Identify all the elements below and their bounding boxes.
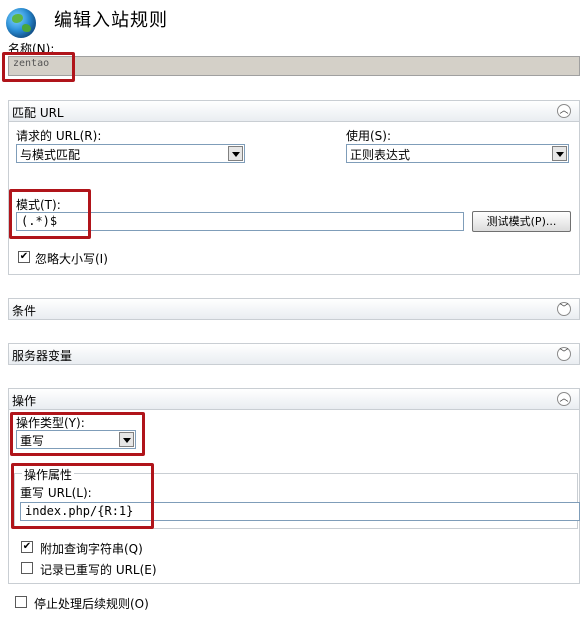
test-pattern-button[interactable]: 测试模式(P)... [472, 211, 571, 232]
highlight-box-name [2, 52, 75, 82]
log-rewritten-checkbox[interactable] [21, 562, 33, 574]
chevron-down-icon[interactable] [228, 146, 243, 161]
section-server-variables-title: 服务器变量 [12, 349, 73, 363]
highlight-box-action-type [10, 412, 145, 456]
expand-icon[interactable]: ﹀ [557, 347, 571, 361]
using-value: 正则表达式 [350, 148, 411, 162]
using-select[interactable]: 正则表达式 [346, 144, 569, 163]
using-label: 使用(S): [346, 129, 392, 143]
collapse-icon[interactable]: ︿ [557, 104, 571, 118]
expand-icon[interactable]: ﹀ [557, 302, 571, 316]
requested-url-select[interactable]: 与模式匹配 [16, 144, 245, 163]
requested-url-label: 请求的 URL(R): [16, 129, 102, 143]
ignore-case-label: 忽略大小写(I) [35, 252, 108, 266]
append-query-label: 附加查询字符串(Q) [40, 542, 143, 556]
section-conditions-title: 条件 [12, 304, 37, 318]
globe-icon [6, 8, 36, 38]
log-rewritten-label: 记录已重写的 URL(E) [40, 563, 157, 577]
section-action[interactable]: 操作 ︿ [8, 388, 580, 410]
section-action-title: 操作 [12, 394, 37, 408]
name-field[interactable]: zentao [8, 56, 580, 76]
section-conditions[interactable]: 条件 ﹀ [8, 298, 580, 320]
stop-processing-checkbox[interactable] [15, 596, 27, 608]
section-server-variables[interactable]: 服务器变量 ﹀ [8, 343, 580, 365]
ignore-case-checkbox[interactable]: ✔ [18, 251, 30, 263]
section-match-url[interactable]: 匹配 URL ︿ [8, 100, 580, 122]
collapse-icon[interactable]: ︿ [557, 392, 571, 406]
page-title: 编辑入站规则 [54, 10, 168, 31]
append-query-checkbox[interactable]: ✔ [21, 541, 33, 553]
chevron-down-icon[interactable] [552, 146, 567, 161]
highlight-box-pattern [9, 189, 91, 239]
section-match-url-title: 匹配 URL [12, 106, 64, 120]
highlight-box-rewrite-url [11, 463, 154, 529]
requested-url-value: 与模式匹配 [20, 148, 81, 162]
stop-processing-label: 停止处理后续规则(O) [34, 597, 149, 611]
